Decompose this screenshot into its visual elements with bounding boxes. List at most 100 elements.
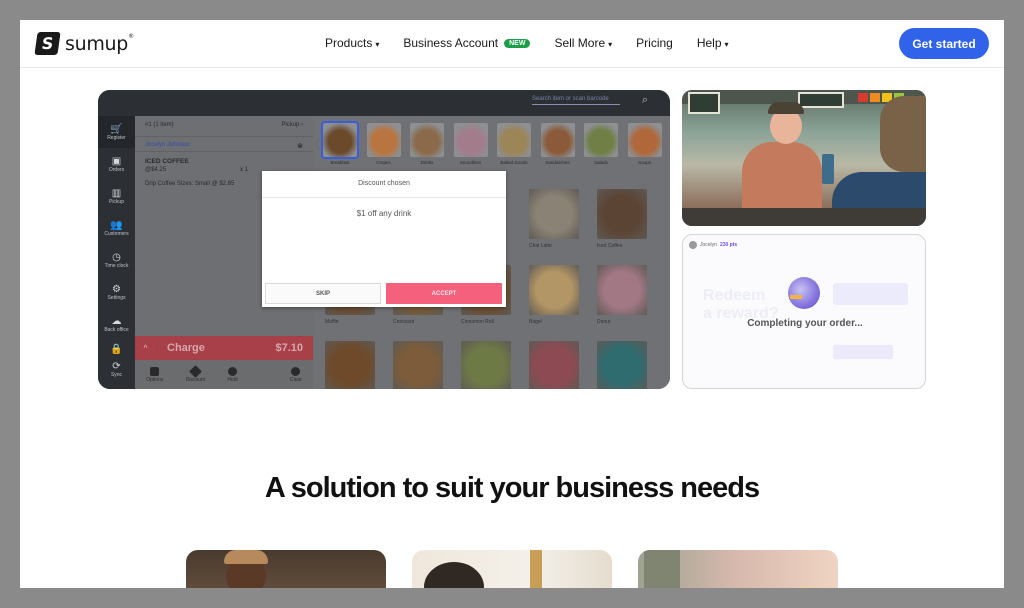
clear-action: Clear (289, 366, 302, 383)
new-badge: NEW (504, 38, 531, 48)
menu-board (688, 92, 720, 114)
product-label: Donut (597, 319, 611, 325)
cart-icon: 🛒 (110, 123, 123, 135)
chevron-right-icon: › (301, 122, 303, 128)
product-tile: Chai Latte (529, 189, 579, 249)
category-tile: Soups (627, 123, 662, 165)
pos-sidebar-label: Customers (104, 230, 129, 237)
clear-label: Clear (289, 376, 302, 383)
product-tile (393, 341, 443, 389)
business-card-2[interactable] (412, 550, 612, 588)
product-label: Croissant (393, 319, 415, 325)
sumup-logo[interactable]: S sumup® (34, 32, 134, 55)
counter (682, 208, 926, 226)
product-label: Chai Latte (529, 243, 552, 249)
tag-icon (188, 364, 202, 378)
product-image (461, 341, 511, 389)
charge-button: ^ Charge $7.10 (135, 336, 313, 360)
reward-user: Jocelyn 230 pts (689, 241, 737, 249)
barista (742, 142, 822, 212)
nav-business-account-label: Business Account (403, 36, 499, 50)
options-icon (150, 366, 160, 376)
pos-sidebar-label: Sync (110, 371, 123, 378)
nav-products[interactable]: Products ▾ (325, 36, 379, 50)
pos-sidebar-label: Register (107, 134, 126, 141)
chevron-down-icon: ▾ (724, 39, 729, 49)
sync-icon: ⟳ (112, 360, 121, 372)
coffee-cup (822, 154, 834, 184)
product-image (597, 341, 647, 389)
pos-topbar: Search item or scan barcode ⌕ (98, 90, 670, 116)
category-label: Crepes (376, 160, 391, 165)
hold-action: Hold (227, 366, 238, 383)
reward-user-name: Jocelyn (700, 242, 717, 248)
nav-business-account[interactable]: Business Account NEW (403, 36, 531, 50)
category-tile: Smoothies (453, 123, 488, 165)
logo-text: sumup (65, 32, 129, 55)
product-label: Muffin (325, 319, 339, 325)
customers-icon: 👥 (110, 219, 123, 231)
pos-sidebar-item: ⚙ Settings (98, 276, 135, 308)
registered-mark: ® (128, 32, 134, 40)
category-image (497, 123, 531, 157)
category-label: Drinks (420, 160, 434, 165)
discount-modal: Discount chosen $1 off any drink SKIP AC… (262, 171, 506, 307)
pos-sidebar: 🛒 Register ▣ Orders ▥ Pickup 👥 Customers ◷ Time c… (98, 116, 135, 389)
product-image (529, 265, 579, 315)
pos-sidebar-label: Back office (104, 326, 129, 333)
product-image (529, 189, 579, 239)
product-label: Bagel (529, 319, 542, 325)
nav-pricing[interactable]: Pricing (636, 36, 673, 50)
completing-order-status: Completing your order... (747, 318, 863, 329)
main-menu: Products ▾ Business Account NEW Sell Mor… (325, 36, 753, 50)
business-card-1[interactable] (186, 550, 386, 588)
category-label: Smoothies (459, 160, 482, 165)
pos-sidebar-label: Orders (108, 166, 125, 173)
clear-icon (291, 366, 301, 376)
order-item-price: @$4.25 (145, 167, 167, 173)
top-nav: S sumup® Products ▾ Business Account NEW… (20, 20, 1004, 68)
nav-help-label: Help (696, 36, 722, 50)
category-label: Breakfast (330, 160, 350, 165)
order-header: #1 (1 item) Pickup › (135, 122, 313, 128)
category-image (321, 121, 359, 159)
search-icon: ⌕ (641, 94, 648, 106)
category-label: Baked Goods (500, 160, 528, 165)
product-image (393, 341, 443, 389)
reward-redeem-button (833, 345, 893, 359)
page: S sumup® Products ▾ Business Account NEW… (20, 20, 1004, 588)
modal-title: Discount chosen (262, 171, 506, 198)
category-label: Salads (594, 160, 608, 165)
nav-sell-more[interactable]: Sell More ▾ (554, 36, 612, 50)
pos-sidebar-item: ☁ Back office (98, 308, 135, 340)
order-customer: Jocelyn Johnson (145, 142, 190, 148)
product-tile: Donut (597, 265, 647, 325)
category-tile: Salads (584, 123, 618, 165)
nav-pricing-label: Pricing (636, 36, 673, 50)
hold-label: Hold (227, 376, 238, 383)
category-image (540, 123, 575, 157)
cafe-photo (682, 90, 926, 226)
options-action: Options (146, 366, 163, 383)
accept-button: ACCEPT (386, 283, 502, 304)
get-started-button[interactable]: Get started (899, 28, 989, 59)
nav-sell-more-label: Sell More (554, 36, 606, 50)
product-tile (597, 341, 647, 389)
nav-help[interactable]: Help ▾ (697, 36, 729, 50)
pos-sidebar-item: ▣ Orders (98, 148, 135, 180)
product-label: Iced Coffee (597, 243, 623, 249)
business-card-3[interactable] (638, 550, 838, 588)
category-image (366, 123, 401, 157)
product-tile (461, 341, 511, 389)
product-tile: Bagel (529, 265, 579, 325)
chevron-up-icon: ^ (135, 344, 157, 352)
cloud-icon: ☁ (111, 315, 122, 327)
category-image (584, 123, 618, 157)
chevron-down-icon: ▾ (608, 39, 613, 49)
pos-sidebar-label: Settings (107, 294, 126, 301)
reward-card: Jocelyn 230 pts Redeem a reward? Complet… (682, 234, 926, 389)
category-tile: Drinks (410, 123, 444, 165)
charge-total: $7.10 (275, 342, 303, 354)
chevron-down-icon: ▾ (375, 39, 380, 49)
skip-button: SKIP (265, 283, 381, 304)
